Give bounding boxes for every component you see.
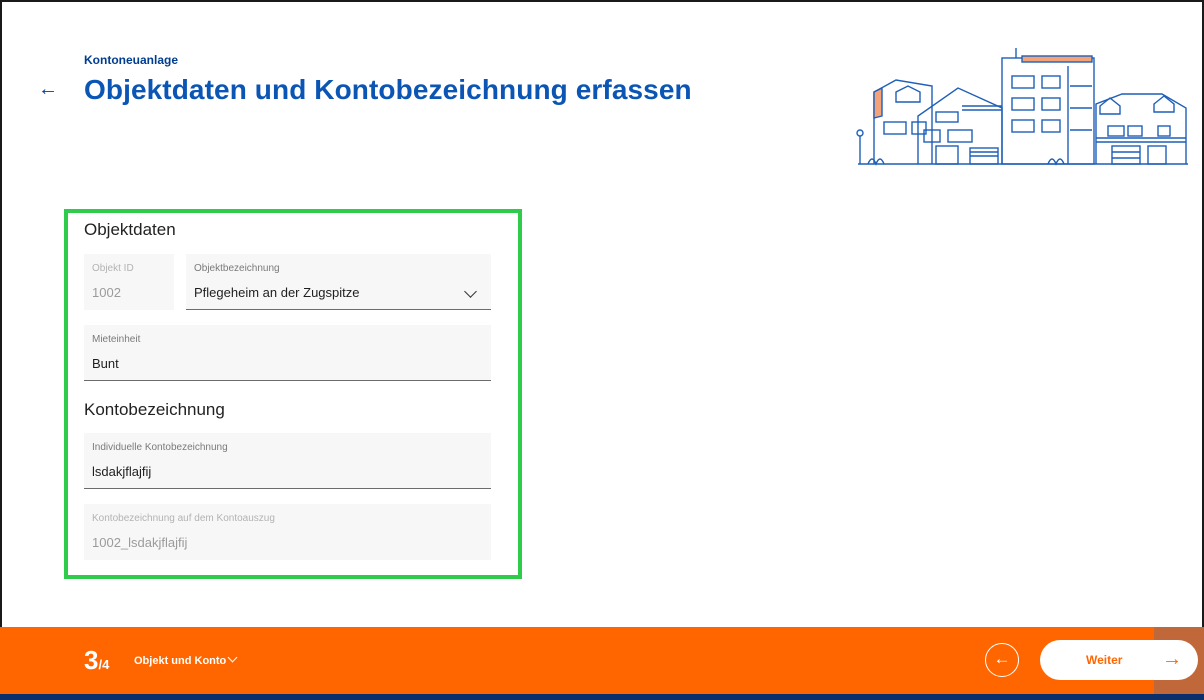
kontoauszug-label: Kontobezeichnung auf dem Kontoauszug xyxy=(92,513,275,524)
mieteinheit-value: Bunt xyxy=(92,356,119,371)
arrow-right-icon: → xyxy=(1162,648,1182,670)
back-arrow-icon[interactable]: ← xyxy=(38,78,58,101)
previous-button[interactable]: ← xyxy=(985,643,1019,677)
kontoauszug-field: Kontobezeichnung auf dem Kontoauszug 100… xyxy=(84,504,491,560)
arrow-left-icon: ← xyxy=(993,649,1011,668)
mieteinheit-label: Mieteinheit xyxy=(92,334,141,345)
step-dropdown-label[interactable]: Objekt und Konto xyxy=(134,655,226,667)
houses-illustration xyxy=(856,48,1188,166)
section-title-kontobezeichnung: Kontobezeichnung xyxy=(84,400,225,419)
step-current: 3 xyxy=(84,645,99,675)
individuelle-kontobezeichnung-field[interactable]: Individuelle Kontobezeichnung lsdakjflaj… xyxy=(84,433,491,489)
kontoauszug-value: 1002_lsdakjflajfij xyxy=(92,535,188,550)
footer-bottom-bar xyxy=(0,694,1204,700)
next-button-label: Weiter xyxy=(1086,653,1123,667)
next-button[interactable]: Weiter → xyxy=(1040,640,1198,680)
page-title: Objektdaten und Kontobezeichnung erfasse… xyxy=(84,74,692,105)
individuelle-kontobezeichnung-label: Individuelle Kontobezeichnung xyxy=(92,442,228,453)
chevron-down-icon xyxy=(464,285,477,298)
step-total: /4 xyxy=(98,657,110,672)
objektbezeichnung-select[interactable]: Objektbezeichnung Pflegeheim an der Zugs… xyxy=(186,254,491,310)
step-indicator: 3/4 xyxy=(84,645,109,676)
objekt-id-label: Objekt ID xyxy=(92,263,134,274)
objektbezeichnung-label: Objektbezeichnung xyxy=(194,263,280,274)
mieteinheit-field[interactable]: Mieteinheit Bunt xyxy=(84,325,491,381)
breadcrumb: Kontoneuanlage xyxy=(84,53,179,67)
objekt-id-value: 1002 xyxy=(92,285,121,300)
objekt-id-field: Objekt ID 1002 xyxy=(84,254,174,310)
objektbezeichnung-value: Pflegeheim an der Zugspitze xyxy=(194,285,360,300)
section-title-objektdaten: Objektdaten xyxy=(84,220,176,239)
individuelle-kontobezeichnung-value: lsdakjflajfij xyxy=(92,464,152,479)
